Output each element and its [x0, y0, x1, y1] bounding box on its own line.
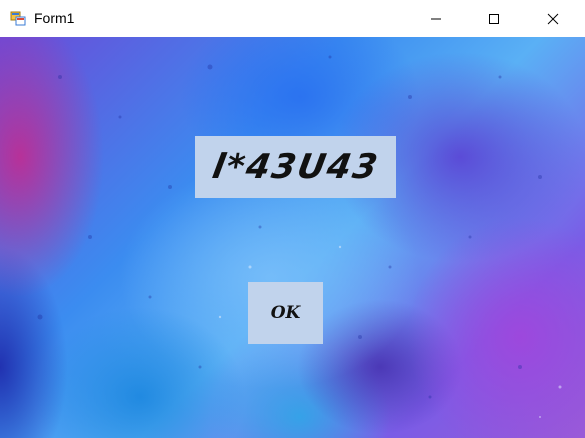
ok-button[interactable]: OK: [248, 282, 323, 344]
minimize-icon: [430, 13, 442, 25]
close-icon: [547, 13, 559, 25]
maximize-button[interactable]: [471, 0, 517, 37]
maximize-icon: [488, 13, 500, 25]
watercolor-background: [37, 55, 562, 418]
form1-window: Form1 l*43U43 OK: [0, 0, 585, 438]
form-client-area: l*43U43 OK: [0, 37, 585, 438]
window-title: Form1: [34, 10, 75, 26]
captcha-display: l*43U43: [195, 136, 396, 198]
close-button[interactable]: [530, 0, 576, 37]
title-bar[interactable]: Form1: [0, 0, 585, 37]
minimize-button[interactable]: [413, 0, 459, 37]
captcha-text: l*43U43: [209, 147, 382, 187]
winforms-app-icon[interactable]: [10, 10, 26, 26]
